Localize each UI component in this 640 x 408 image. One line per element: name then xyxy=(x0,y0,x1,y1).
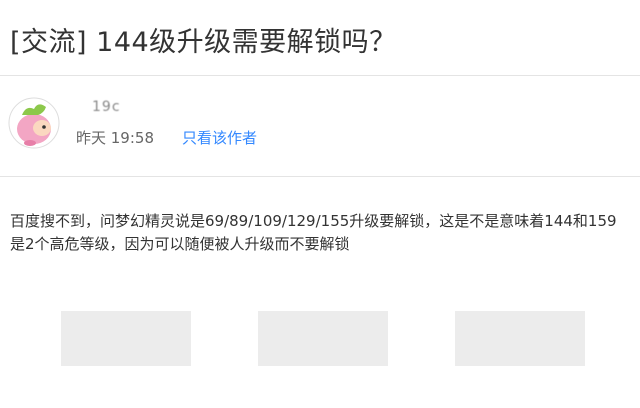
post-time: 昨天 19:58 xyxy=(76,129,154,147)
user-avatar[interactable] xyxy=(8,97,60,149)
image-placeholder[interactable] xyxy=(61,311,191,366)
author-name[interactable]: 19c xyxy=(92,99,121,115)
only-author-link[interactable]: 只看该作者 xyxy=(182,127,257,148)
image-placeholder[interactable] xyxy=(455,311,585,366)
post-title: [交流] 144级升级需要解锁吗？ xyxy=(10,27,397,58)
avatar-image xyxy=(8,97,60,149)
post-title-bar: [交流] 144级升级需要解锁吗？ xyxy=(0,0,640,76)
image-placeholder[interactable] xyxy=(258,311,388,366)
author-section: 19c 昨天 19:58 只看该作者 xyxy=(0,77,640,177)
post-content: 百度搜不到，问梦幻精灵说是69/89/109/129/155升级要解锁，这是不是… xyxy=(10,212,617,253)
